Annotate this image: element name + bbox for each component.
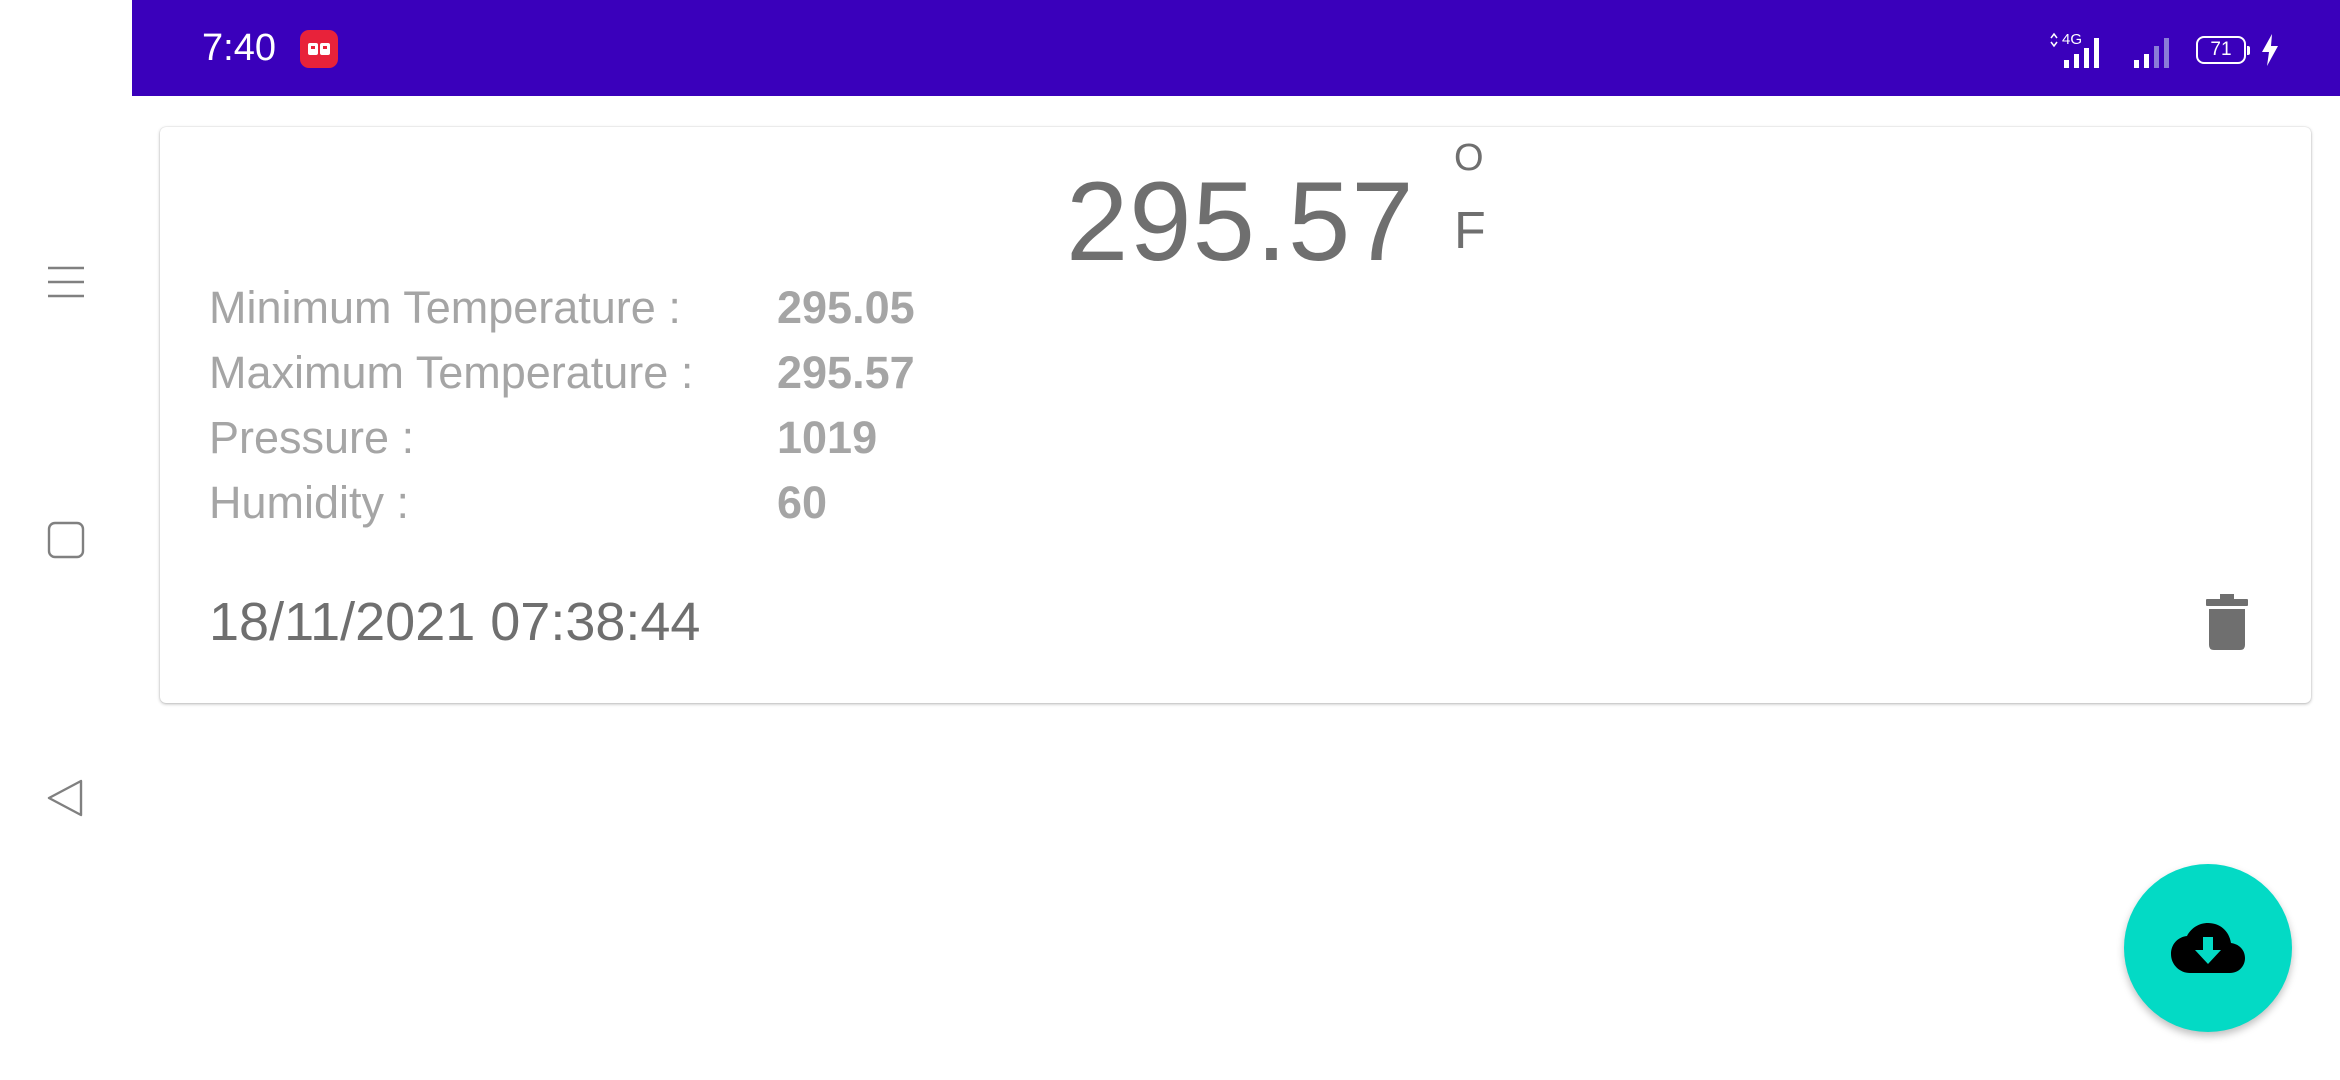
status-time: 7:40 xyxy=(202,27,276,69)
detail-row-pressure: Pressure : 1019 xyxy=(209,405,915,470)
back-button[interactable] xyxy=(30,762,102,834)
home-square-icon xyxy=(47,521,85,559)
download-fab[interactable] xyxy=(2124,864,2292,1032)
delete-button[interactable] xyxy=(2197,587,2257,657)
signal-strength-icon xyxy=(2134,38,2169,68)
battery-icon: 71 xyxy=(2196,36,2250,64)
svg-text:4G: 4G xyxy=(2062,31,2082,48)
weather-card: 295.57 O F Minimum Temperature : 295.05 … xyxy=(160,127,2311,703)
min-temp-value: 295.05 xyxy=(777,281,915,333)
mobile-signal-4g-icon: 4G xyxy=(2050,31,2099,68)
min-temp-label: Minimum Temperature : xyxy=(209,281,681,333)
max-temp-label: Maximum Temperature : xyxy=(209,346,694,398)
pressure-label: Pressure : xyxy=(209,411,415,463)
cloud-download-icon xyxy=(2171,923,2245,973)
home-button[interactable] xyxy=(30,504,102,576)
humidity-label: Humidity : xyxy=(209,476,410,528)
humidity-value: 60 xyxy=(777,476,828,528)
battery-level: 71 xyxy=(2210,39,2232,60)
pressure-value: 1019 xyxy=(777,411,878,463)
max-temp-value: 295.57 xyxy=(777,346,915,398)
weather-details: Minimum Temperature : 295.05 Maximum Tem… xyxy=(209,275,915,535)
detail-row-humidity: Humidity : 60 xyxy=(209,470,915,535)
screen: 7:40 4G 71 295.57 O F Minimum Temperatur… xyxy=(0,0,2340,1080)
rb-app-icon xyxy=(300,30,338,68)
detail-row-min-temp: Minimum Temperature : 295.05 xyxy=(209,275,915,340)
menu-icon xyxy=(48,266,84,298)
status-bar: 7:40 4G 71 xyxy=(132,0,2340,96)
system-navigation-bar xyxy=(0,0,132,1080)
record-timestamp: 18/11/2021 07:38:44 xyxy=(209,592,701,652)
back-triangle-icon xyxy=(47,779,83,817)
current-temperature: 295.57 xyxy=(1066,159,1415,284)
trash-icon xyxy=(2206,594,2248,650)
status-indicators: 4G 71 xyxy=(2048,28,2280,72)
temperature-unit-letter: F xyxy=(1454,202,1486,260)
recent-apps-button[interactable] xyxy=(30,246,102,318)
detail-row-max-temp: Maximum Temperature : 295.57 xyxy=(209,340,915,405)
charging-bolt-icon xyxy=(2262,34,2278,66)
temperature-unit-degree: O xyxy=(1454,137,1484,179)
